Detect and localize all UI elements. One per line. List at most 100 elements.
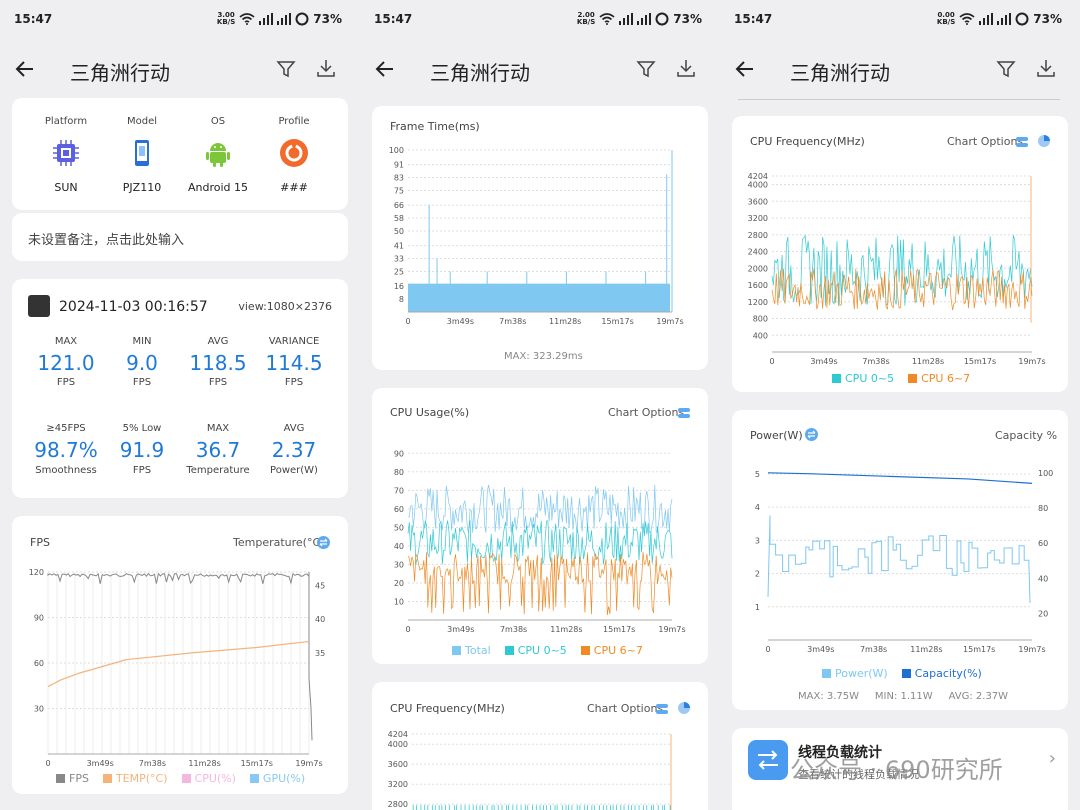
x-tick-label: 11m28s: [912, 357, 944, 366]
cpu-frequency-chart-card: CPU Frequency(MHz) Chart Options 4204 400…: [732, 116, 1068, 392]
legend-item[interactable]: Total: [452, 644, 491, 657]
pie-chart-icon[interactable]: [1038, 135, 1050, 147]
pie-chart-icon[interactable]: [678, 702, 690, 714]
layers-icon[interactable]: [678, 407, 690, 419]
y-tick-label: 50: [394, 227, 404, 236]
session-datetime: 2024-11-03 00:16:57: [59, 299, 208, 315]
note-card[interactable]: 未设置备注，点击此处输入: [12, 213, 348, 261]
battery-icon: [295, 12, 309, 26]
y2-tick-label: 60: [1038, 539, 1048, 548]
phone-icon: [135, 140, 149, 166]
download-icon[interactable]: [676, 58, 696, 78]
net-speed: 3.00 KB/S: [216, 11, 236, 26]
divider: [738, 99, 1060, 100]
y-tick-label: 3200: [748, 214, 768, 223]
filter-icon[interactable]: [996, 59, 1016, 79]
session-thumbnail: [28, 295, 50, 317]
status-bar: 15:47 0.00 KB/S 73%: [734, 11, 1062, 27]
y-tick-label: 40: [394, 542, 404, 551]
back-arrow-icon[interactable]: [734, 58, 756, 80]
legend-item[interactable]: Power(W): [822, 667, 888, 680]
legend-label: Total: [465, 644, 491, 657]
filter-icon[interactable]: [636, 59, 656, 79]
y2-tick-label: 45: [315, 581, 325, 590]
legend-swatch: [181, 774, 191, 783]
battery-icon: [1015, 12, 1029, 26]
y-tick-label: 4: [755, 503, 760, 512]
cpu-6-7-line: [407, 551, 673, 616]
y-tick-label: 66: [394, 201, 404, 210]
download-icon[interactable]: [1036, 58, 1056, 78]
legend-item[interactable]: CPU 0~5: [504, 644, 567, 657]
power-legend: Power(W) Capacity(%): [822, 667, 982, 680]
x-tick-label: 19m7s: [658, 625, 685, 634]
signal-icon: [637, 13, 652, 25]
device-info-card: Platform SUN Model PJZ110 OS Android 15 …: [12, 98, 348, 210]
y-tick-label: 2: [755, 570, 760, 579]
wifi-icon: [959, 13, 975, 25]
filter-icon[interactable]: [276, 59, 296, 79]
swap-icon[interactable]: [805, 428, 818, 441]
y-tick-label: 41: [394, 242, 404, 251]
fps-chart: 120 90 60 30 45 40 35 0 3m49s 7m38s 11m28s 15m17s 19…: [29, 568, 325, 768]
wifi-icon: [239, 13, 255, 25]
legend-item[interactable]: TEMP(°C): [102, 772, 168, 785]
legend-swatch: [822, 669, 831, 678]
chart-options-button[interactable]: Chart Options: [587, 702, 663, 715]
signal-icon: [277, 13, 292, 25]
legend-item[interactable]: FPS: [56, 772, 89, 785]
phone-screen-3: 15:47 0.00 KB/S 73% 三角洲行动 CPU Frequency(M…: [720, 0, 1080, 810]
layers-icon[interactable]: [656, 703, 668, 715]
y2-tick-label: 35: [315, 649, 325, 658]
cpu-frequency-chart-title: CPU Frequency(MHz): [750, 135, 865, 148]
y-tick-label: 2800: [388, 800, 408, 809]
legend-item[interactable]: Capacity(%): [901, 667, 982, 680]
legend-item[interactable]: GPU(%): [249, 772, 306, 785]
power-line: [767, 515, 1031, 604]
legend-item[interactable]: CPU(%): [181, 772, 236, 785]
signal-icon: [997, 13, 1012, 25]
y2-tick-label: 80: [1038, 504, 1048, 513]
back-arrow-icon[interactable]: [14, 58, 36, 80]
legend-label: CPU 0~5: [517, 644, 567, 657]
x-tick-label: 0: [405, 317, 410, 326]
y-tick-label: 100: [389, 146, 404, 155]
legend-label: GPU(%): [262, 772, 306, 785]
cpu-usage-chart-card: CPU Usage(%) Chart Options 90 80 70 60 50 40 3…: [372, 388, 708, 664]
legend-label: CPU(%): [194, 772, 236, 785]
frametime-chart: 100 91 83 75 66 58 50 41 33 25 16 8 0 3m49s 7m38s 11m28…: [389, 146, 684, 326]
x-tick-label: 11m28s: [910, 645, 942, 654]
wifi-icon: [599, 13, 615, 25]
y-tick-label: 33: [394, 255, 404, 264]
session-stats-card: 2024-11-03 00:16:57 view:1080×2376 MAX 1…: [12, 279, 348, 498]
chart-options-button[interactable]: Chart Options: [947, 135, 1023, 148]
cpu-usage-chart-title: CPU Usage(%): [390, 406, 470, 419]
legend-item[interactable]: CPU 6~7: [908, 372, 970, 385]
power-chart-title: Power(W): [750, 429, 803, 442]
legend-item[interactable]: CPU 6~7: [580, 644, 643, 657]
y-tick-label: 60: [34, 659, 44, 668]
x-tick-label: 0: [405, 625, 410, 634]
x-tick-label: 15m17s: [601, 317, 633, 326]
download-icon[interactable]: [316, 58, 336, 78]
layers-icon[interactable]: [1016, 136, 1028, 148]
status-bar: 15:47 3.00 KB/S 73%: [0, 0, 360, 40]
y-tick-label: 8: [399, 295, 404, 304]
chart-options-button[interactable]: Chart Options: [608, 406, 684, 419]
legend-swatch: [504, 646, 514, 655]
x-tick-label: 15m17s: [603, 625, 635, 634]
y-tick-label: 2400: [748, 248, 768, 257]
swap-icon[interactable]: [317, 536, 330, 549]
power-chart: 5 4 3 2 1 100 80 60 40 20 0 3m49s 7m38s 11m28s 15m17s 1…: [755, 469, 1053, 654]
legend-item[interactable]: CPU 0~5: [832, 372, 894, 385]
capacity-axis-title: Capacity %: [995, 429, 1058, 442]
y-tick-label: 1600: [748, 281, 768, 290]
signal-icon: [619, 13, 634, 25]
y-tick-label: 30: [34, 705, 44, 714]
y-tick-label: 2000: [748, 264, 768, 273]
fps-chart-card: FPS Temperature(°C) 120 90 60 30 45 40 35 0 3m49…: [12, 516, 348, 794]
phone-screen-2: 15:47 2.00 KB/S 73% 三角洲行动 Frame Time(ms) …: [360, 0, 720, 810]
y-tick-label: 80: [394, 468, 404, 477]
y2-tick-label: 20: [1038, 610, 1048, 619]
back-arrow-icon[interactable]: [374, 58, 396, 80]
